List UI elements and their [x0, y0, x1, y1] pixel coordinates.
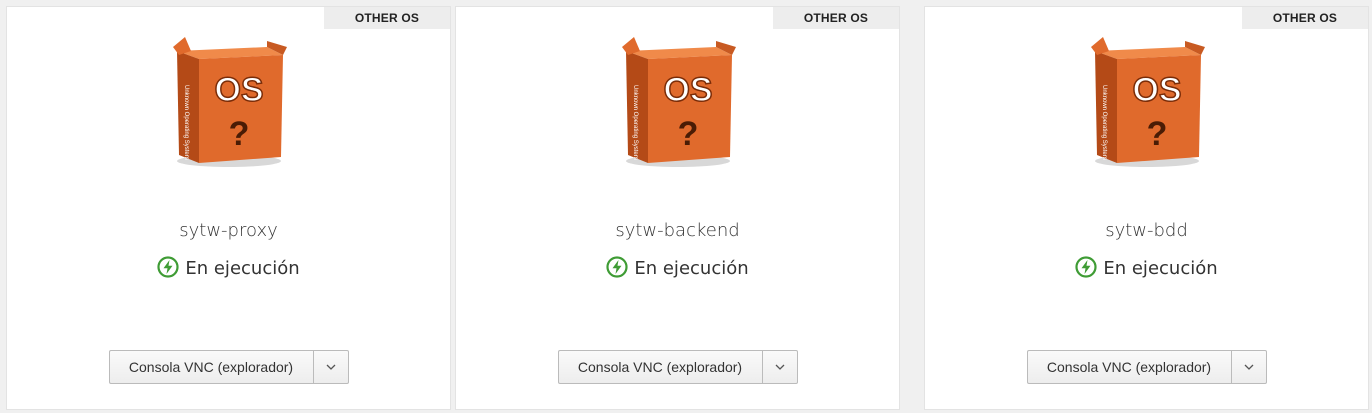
console-vnc-button[interactable]: Consola VNC (explorador)	[108, 350, 313, 384]
os-badge: OTHER OS	[324, 7, 450, 29]
svg-text:OS: OS	[1132, 71, 1181, 109]
vm-name[interactable]: sytw-bdd	[925, 220, 1368, 241]
vm-status-label: En ejecución	[1103, 258, 1218, 279]
console-button-group: Consola VNC (explorador)	[557, 350, 798, 384]
os-badge: OTHER OS	[1242, 7, 1368, 29]
vm-status-label: En ejecución	[185, 258, 300, 279]
vm-status: En ejecución	[925, 256, 1368, 279]
power-on-icon	[157, 256, 179, 278]
svg-text:?: ?	[1146, 115, 1167, 153]
power-on-icon	[1075, 256, 1097, 278]
power-on-icon	[606, 256, 628, 278]
unknown-os-box-icon: Unknown Operating System OS ?	[621, 37, 736, 167]
console-vnc-button[interactable]: Consola VNC (explorador)	[1026, 350, 1231, 384]
console-button-group: Consola VNC (explorador)	[1026, 350, 1267, 384]
vm-status: En ejecución	[456, 256, 899, 279]
vm-name[interactable]: sytw-proxy	[7, 220, 450, 241]
vm-card-grid: OTHER OS Unknown Operating System OS ? s…	[0, 0, 1372, 413]
svg-text:OS: OS	[663, 71, 712, 109]
console-vnc-button[interactable]: Consola VNC (explorador)	[557, 350, 762, 384]
os-badge: OTHER OS	[773, 7, 899, 29]
svg-text:Unknown Operating System: Unknown Operating System	[183, 85, 189, 160]
svg-text:Unknown Operating System: Unknown Operating System	[632, 85, 638, 160]
svg-text:OS: OS	[214, 71, 263, 109]
chevron-down-icon	[326, 364, 335, 370]
vm-status-label: En ejecución	[634, 258, 749, 279]
chevron-down-icon	[1244, 364, 1253, 370]
svg-text:Unknown Operating System: Unknown Operating System	[1101, 85, 1107, 160]
svg-text:?: ?	[228, 115, 249, 153]
console-button-group: Consola VNC (explorador)	[108, 350, 349, 384]
console-dropdown-toggle[interactable]	[1230, 350, 1267, 384]
svg-text:?: ?	[677, 115, 698, 153]
unknown-os-box-icon: Unknown Operating System OS ?	[1090, 37, 1205, 167]
vm-status: En ejecución	[7, 256, 450, 279]
vm-card[interactable]: OTHER OS Unknown Operating System OS ? s…	[924, 6, 1369, 410]
console-dropdown-toggle[interactable]	[761, 350, 798, 384]
chevron-down-icon	[775, 364, 784, 370]
vm-card[interactable]: OTHER OS Unknown Operating System OS ? s…	[455, 6, 900, 410]
unknown-os-box-icon: Unknown Operating System OS ?	[172, 37, 287, 167]
console-dropdown-toggle[interactable]	[312, 350, 349, 384]
vm-card[interactable]: OTHER OS Unknown Operating System OS ? s…	[6, 6, 451, 410]
vm-name[interactable]: sytw-backend	[456, 220, 899, 241]
